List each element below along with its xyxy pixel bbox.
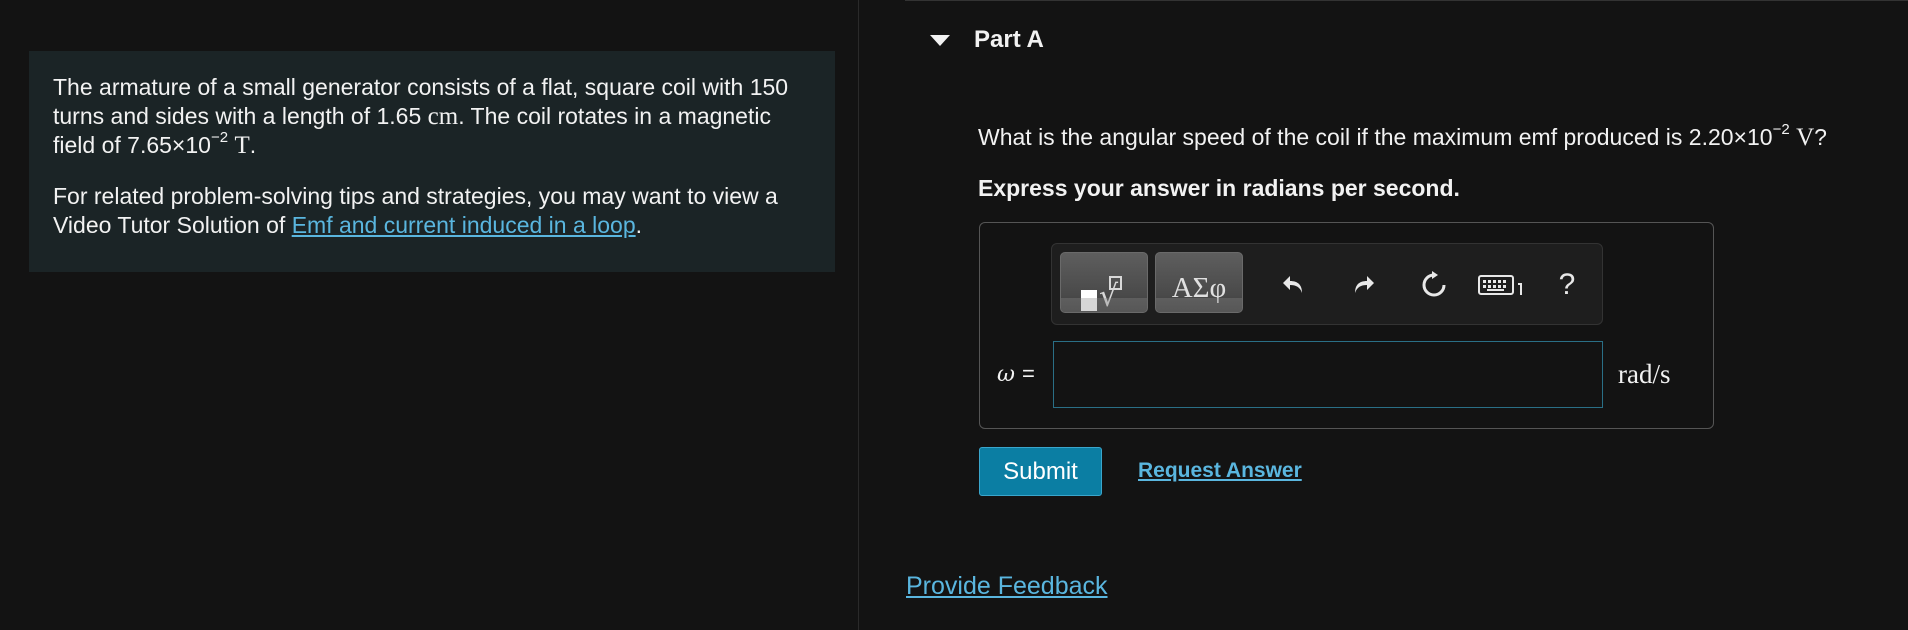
- problem-line-2-text: turns and sides with a length of 1.65: [53, 103, 422, 129]
- tips-text: For related problem-solving tips and str…: [53, 182, 811, 240]
- collapse-caret-icon[interactable]: [930, 34, 950, 46]
- problem-line-3-text: field of 7.65×10: [53, 132, 211, 158]
- part-title: Part A: [974, 26, 1044, 53]
- undo-icon[interactable]: [1266, 260, 1320, 310]
- problem-panel: The armature of a small generator consis…: [0, 0, 858, 630]
- emf-exponent: −2: [1772, 121, 1790, 139]
- part-top-rule: [905, 0, 1908, 1]
- redo-icon[interactable]: [1337, 260, 1391, 310]
- field-unit: T: [234, 132, 250, 159]
- keyboard-icon[interactable]: [1472, 260, 1536, 310]
- answer-input[interactable]: [1053, 341, 1603, 408]
- problem-line-2-end: . The coil rotates in a magnetic: [458, 103, 771, 129]
- question-mark: ?: [1814, 124, 1827, 150]
- tips-line-2-end: .: [635, 212, 643, 238]
- question-body: What is the angular speed of the coil if…: [978, 124, 1773, 150]
- answer-instruction: Express your answer in radians per secon…: [978, 175, 1460, 201]
- emf-unit: V: [1796, 124, 1815, 151]
- part-header[interactable]: Part A: [930, 26, 1044, 54]
- problem-text: The armature of a small generator consis…: [53, 73, 811, 160]
- tips-line-2-text: Video Tutor Solution of: [53, 212, 286, 238]
- answer-unit: rad/s: [1618, 359, 1671, 389]
- video-tutor-link[interactable]: Emf and current induced in a loop: [292, 212, 636, 238]
- templates-icon[interactable]: √: [1060, 252, 1148, 313]
- coil-length-unit: cm: [427, 103, 459, 130]
- omega-symbol: ω: [997, 362, 1015, 387]
- math-toolbar: √ ΑΣφ ?: [1051, 243, 1603, 325]
- problem-line-1: The armature of a small generator consis…: [53, 74, 789, 100]
- greek-letters-icon[interactable]: ΑΣφ: [1155, 252, 1243, 313]
- submit-button[interactable]: Submit: [979, 447, 1102, 496]
- field-exponent: −2: [210, 129, 229, 147]
- equals-sign: =: [1021, 361, 1035, 386]
- reset-icon[interactable]: [1407, 260, 1461, 310]
- problem-line-3-end: .: [249, 132, 257, 158]
- question-text: What is the angular speed of the coil if…: [978, 121, 1827, 152]
- template-box-icon: [1109, 276, 1122, 290]
- answer-box: √ ΑΣφ ? ω = rad/s: [979, 222, 1714, 429]
- provide-feedback-link[interactable]: Provide Feedback: [906, 572, 1108, 601]
- request-answer-link[interactable]: Request Answer: [1138, 459, 1302, 483]
- button-shade: [1156, 298, 1242, 312]
- answer-variable-label: ω =: [997, 361, 1035, 387]
- tips-line-1: For related problem-solving tips and str…: [53, 183, 778, 209]
- panel-divider: [858, 0, 859, 630]
- problem-statement: The armature of a small generator consis…: [29, 51, 835, 272]
- help-icon[interactable]: ?: [1540, 260, 1594, 310]
- button-shade: [1061, 298, 1147, 312]
